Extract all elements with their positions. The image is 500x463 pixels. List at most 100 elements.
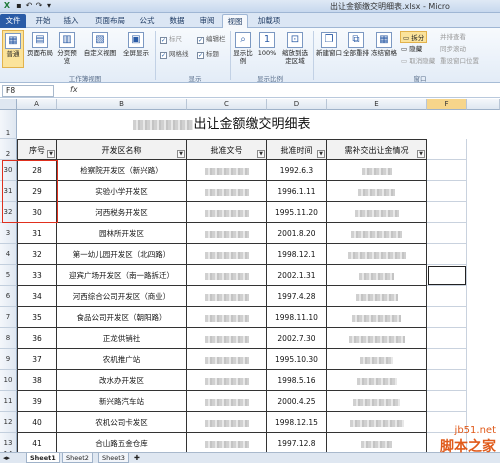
cell-name[interactable]: 园林所开发区 bbox=[57, 223, 187, 244]
sync-scroll-button[interactable]: 同步滚动 bbox=[440, 43, 466, 53]
tab-insert[interactable]: 插入 bbox=[60, 14, 82, 28]
row-header[interactable]: 4 bbox=[0, 244, 17, 265]
cell-date[interactable]: 2000.4.25 bbox=[267, 391, 327, 412]
row-header[interactable]: 1 bbox=[0, 110, 17, 139]
cell-payment[interactable] bbox=[327, 160, 427, 181]
fx-icon[interactable]: fx bbox=[70, 85, 78, 94]
cell-payment[interactable] bbox=[327, 181, 427, 202]
cell-payment[interactable] bbox=[327, 391, 427, 412]
column-header-e[interactable]: E bbox=[327, 99, 427, 110]
zoom-100-button[interactable]: 1 100% bbox=[256, 32, 278, 57]
cell[interactable] bbox=[427, 223, 467, 244]
cell-approval[interactable] bbox=[187, 244, 267, 265]
cell-date[interactable]: 1997.4.28 bbox=[267, 286, 327, 307]
tab-view[interactable]: 视图 bbox=[222, 14, 248, 28]
tab-page-layout[interactable]: 页面布局 bbox=[90, 14, 130, 28]
cell-no[interactable]: 32 bbox=[17, 244, 57, 265]
cell-date[interactable]: 2002.7.30 bbox=[267, 328, 327, 349]
cell-name[interactable]: 农机公司卡发区 bbox=[57, 412, 187, 433]
cell[interactable] bbox=[427, 139, 467, 160]
cell-date[interactable]: 1998.12.15 bbox=[267, 412, 327, 433]
new-sheet-icon[interactable]: ✚ bbox=[134, 453, 140, 463]
cell-date[interactable]: 1992.6.3 bbox=[267, 160, 327, 181]
cell-payment[interactable] bbox=[327, 307, 427, 328]
cell[interactable] bbox=[427, 391, 467, 412]
tab-home[interactable]: 开始 bbox=[32, 14, 54, 28]
cell-date[interactable]: 1996.1.11 bbox=[267, 181, 327, 202]
zoom-button[interactable]: ⌕ 显示比例 bbox=[232, 32, 254, 65]
cell-name[interactable]: 迎宾广场开发区（南一路拆迁） bbox=[57, 265, 187, 286]
cell-payment[interactable] bbox=[327, 286, 427, 307]
undo-icon[interactable]: ↶ bbox=[24, 1, 34, 11]
cell-date[interactable]: 1998.5.16 bbox=[267, 370, 327, 391]
row-header[interactable]: 7 bbox=[0, 307, 17, 328]
cell-approval[interactable] bbox=[187, 433, 267, 454]
cell-payment[interactable] bbox=[327, 370, 427, 391]
cell-no[interactable]: 37 bbox=[17, 349, 57, 370]
cell[interactable] bbox=[427, 202, 467, 223]
row-header[interactable]: 8 bbox=[0, 328, 17, 349]
row-header[interactable]: 12 bbox=[0, 412, 17, 433]
cell-payment[interactable] bbox=[327, 202, 427, 223]
cell[interactable] bbox=[427, 181, 467, 202]
cell-approval[interactable] bbox=[187, 223, 267, 244]
full-screen-button[interactable]: ▣ 全屏显示 bbox=[120, 32, 152, 57]
cell-name[interactable]: 实验小学开发区 bbox=[57, 181, 187, 202]
save-icon[interactable]: ▪ bbox=[14, 1, 24, 11]
cell-date[interactable]: 1995.10.30 bbox=[267, 349, 327, 370]
cell[interactable] bbox=[427, 286, 467, 307]
freeze-panes-button[interactable]: ▦ 冻结窗格 bbox=[370, 32, 398, 57]
cell-approval[interactable] bbox=[187, 328, 267, 349]
side-by-side-button[interactable]: 并排查看 bbox=[440, 31, 466, 41]
row-header[interactable]: 2 bbox=[0, 139, 17, 160]
column-header-d[interactable]: D bbox=[267, 99, 327, 110]
cell-name[interactable]: 正龙供销社 bbox=[57, 328, 187, 349]
ruler-checkbox[interactable]: ✓ 标尺 bbox=[160, 33, 182, 44]
formula-bar-checkbox[interactable]: ✓ 编辑栏 bbox=[197, 33, 226, 44]
cell-approval[interactable] bbox=[187, 412, 267, 433]
reset-position-button[interactable]: 重设窗口位置 bbox=[440, 55, 479, 65]
select-all-corner[interactable] bbox=[0, 99, 17, 110]
gridlines-checkbox[interactable]: ✓ 网格线 bbox=[160, 48, 189, 59]
sheet-nav-icon[interactable]: ◂▸ bbox=[3, 453, 10, 463]
filter-dropdown-icon[interactable]: ▼ bbox=[47, 150, 55, 158]
quick-access-dropdown-icon[interactable]: ▾ bbox=[44, 1, 54, 11]
new-window-button[interactable]: ❐ 新建窗口 bbox=[316, 32, 342, 57]
cell-payment[interactable] bbox=[327, 244, 427, 265]
cell-payment[interactable] bbox=[327, 223, 427, 244]
filter-dropdown-icon[interactable]: ▼ bbox=[257, 150, 265, 158]
cell-no[interactable]: 41 bbox=[17, 433, 57, 454]
cell-payment[interactable] bbox=[327, 412, 427, 433]
cell[interactable] bbox=[427, 349, 467, 370]
cell-approval[interactable] bbox=[187, 286, 267, 307]
cell[interactable] bbox=[427, 328, 467, 349]
hide-button[interactable]: ▭ 隐藏 bbox=[401, 43, 422, 53]
redo-icon[interactable]: ↷ bbox=[34, 1, 44, 11]
sheet-tab-1[interactable]: Sheet1 bbox=[26, 453, 60, 463]
cell-date[interactable]: 1998.12.1 bbox=[267, 244, 327, 265]
unhide-button[interactable]: ▭ 取消隐藏 bbox=[401, 55, 435, 65]
tab-file[interactable]: 文件 bbox=[0, 14, 26, 28]
cell[interactable] bbox=[427, 160, 467, 181]
cell-approval[interactable] bbox=[187, 391, 267, 412]
cell-no[interactable]: 31 bbox=[17, 223, 57, 244]
cell-date[interactable]: 1995.11.20 bbox=[267, 202, 327, 223]
cell-payment[interactable] bbox=[327, 265, 427, 286]
cell[interactable] bbox=[427, 265, 467, 286]
cell-name[interactable]: 食品公司开发区（朝阳路） bbox=[57, 307, 187, 328]
cell-name[interactable]: 第一幼儿园开发区（北四路） bbox=[57, 244, 187, 265]
page-break-preview-button[interactable]: ▥ 分页预览 bbox=[56, 32, 78, 65]
headings-checkbox[interactable]: ✓ 标题 bbox=[197, 48, 219, 59]
cell-no[interactable]: 33 bbox=[17, 265, 57, 286]
cell-name[interactable]: 合山路五金仓库 bbox=[57, 433, 187, 454]
row-header[interactable]: 11 bbox=[0, 391, 17, 412]
cell-no[interactable]: 38 bbox=[17, 370, 57, 391]
sheet-tab-2[interactable]: Sheet2 bbox=[62, 453, 93, 463]
cell-approval[interactable] bbox=[187, 307, 267, 328]
name-box[interactable]: F8 bbox=[2, 85, 54, 97]
cell-approval[interactable] bbox=[187, 181, 267, 202]
custom-view-button[interactable]: ▧ 自定义视图 bbox=[80, 32, 120, 57]
cell-no[interactable]: 36 bbox=[17, 328, 57, 349]
tab-formulas[interactable]: 公式 bbox=[136, 14, 158, 28]
cell[interactable] bbox=[427, 244, 467, 265]
